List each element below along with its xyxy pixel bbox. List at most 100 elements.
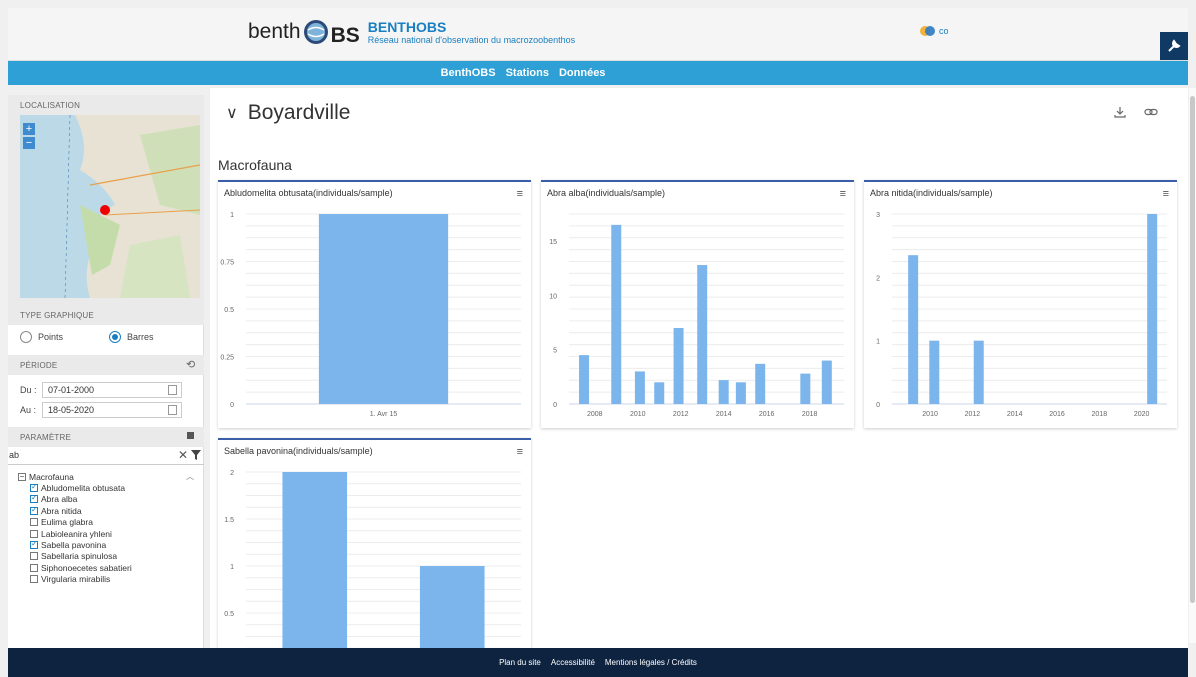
y-tick-label: 0.25: [220, 355, 234, 362]
map-drawing: [20, 115, 200, 298]
species-checkbox[interactable]: [30, 529, 38, 538]
y-tick-label: 0: [553, 402, 557, 409]
bar: [908, 255, 919, 404]
x-tick-label: 2010: [922, 411, 938, 418]
species-checkbox[interactable]: [30, 539, 38, 550]
chevron-down-icon[interactable]: ∨: [226, 103, 238, 123]
species-checkbox[interactable]: [30, 493, 38, 504]
species-item[interactable]: Eulima glabra: [30, 517, 198, 528]
reset-period-icon[interactable]: ⟲: [186, 358, 195, 371]
scrollbar[interactable]: [1189, 88, 1196, 643]
group-title: Macrofauna: [218, 157, 292, 173]
nav-item-benthobs[interactable]: BenthOBS: [441, 67, 496, 79]
top-header: benth BS BENTHOBS Réseau national d'obse…: [8, 8, 1188, 61]
species-list: Abludomelita obtusataAbra albaAbra nitid…: [18, 482, 198, 585]
species-item[interactable]: Labioleanira yhleni: [30, 528, 198, 539]
species-item[interactable]: Sabellaria spinulosa: [30, 551, 198, 562]
species-checkbox[interactable]: [30, 518, 38, 527]
stop-icon[interactable]: [187, 432, 194, 439]
species-label: Labioleanira yhleni: [41, 528, 112, 539]
footer-link-accessibilite[interactable]: Accessibilité: [551, 658, 595, 667]
chart-card-3: Abra nitida(individuals/sample) ≡ 0 1 2 3 20…: [864, 180, 1177, 428]
zoom-out-button[interactable]: −: [23, 137, 35, 149]
chart-card-4: Sabella pavonina(individuals/sample) ≡ 0…: [218, 438, 531, 650]
tree-root-label: Macrofauna: [29, 471, 74, 482]
species-item[interactable]: Siphonoecetes sabatieri: [30, 562, 198, 573]
hamburger-icon[interactable]: ≡: [517, 188, 523, 200]
link-icon[interactable]: [1144, 106, 1158, 118]
clear-filter-icon[interactable]: ✕: [178, 448, 188, 462]
species-item[interactable]: Virgularia mirabilis: [30, 574, 198, 585]
y-tick-label: 1.5: [224, 517, 234, 524]
footer: Plan du site Accessibilité Mentions léga…: [8, 648, 1188, 677]
radio-barres-label: Barres: [127, 332, 154, 342]
x-tick-label: 2012: [673, 411, 689, 418]
site-logo[interactable]: benth BS BENTHOBS Réseau national d'obse…: [248, 16, 575, 48]
x-tick-label: 2018: [802, 411, 818, 418]
parametre-heading: PARAMÈTRE: [20, 433, 71, 442]
species-checkbox[interactable]: [30, 482, 38, 493]
bar: [697, 265, 708, 404]
footer-link-plan[interactable]: Plan du site: [499, 658, 541, 667]
radio-points[interactable]: [20, 331, 32, 343]
tree-root[interactable]: − Macrofauna ︿: [18, 471, 198, 482]
calendar-icon[interactable]: [168, 385, 177, 395]
x-tick-label: 2018: [1092, 411, 1108, 418]
species-item[interactable]: Abludomelita obtusata: [30, 482, 198, 493]
hamburger-icon[interactable]: ≡: [1163, 188, 1169, 200]
y-tick-label: 2: [876, 275, 880, 282]
species-item[interactable]: Sabella pavonina: [30, 539, 198, 550]
nav-item-stations[interactable]: Stations: [506, 67, 549, 79]
y-tick-label: 1: [230, 564, 234, 571]
species-item[interactable]: Abra alba: [30, 493, 198, 505]
bar: [282, 472, 348, 650]
y-tick-label: 5: [553, 348, 557, 355]
x-tick-label: 2016: [759, 411, 775, 418]
y-tick-label: 0.5: [224, 611, 234, 618]
date-to-input[interactable]: 18-05-2020: [42, 402, 182, 418]
partner-logo[interactable]: co: [920, 25, 949, 37]
zoom-in-button[interactable]: +: [23, 123, 35, 135]
parameter-filter-input[interactable]: ab: [9, 450, 19, 460]
species-label: Abra nitida: [41, 505, 82, 516]
nav-item-donnees[interactable]: Données: [559, 67, 605, 79]
funnel-icon[interactable]: [191, 450, 201, 460]
station-header[interactable]: ∨ Boyardville: [226, 101, 350, 125]
species-checkbox[interactable]: [30, 505, 38, 515]
hamburger-icon[interactable]: ≡: [517, 446, 523, 458]
date-from-input[interactable]: 07-01-2000: [42, 382, 182, 398]
globe-icon: [303, 20, 328, 44]
periode-heading: PÉRIODE: [20, 361, 58, 370]
chart-title: Abra nitida(individuals/sample): [870, 188, 993, 198]
y-tick-label: 0.5: [224, 307, 234, 314]
bar: [579, 355, 590, 404]
bar: [611, 224, 622, 404]
download-icon[interactable]: [1114, 106, 1126, 118]
station-map[interactable]: + −: [20, 115, 200, 298]
species-label: Siphonoecetes sabatieri: [41, 562, 132, 573]
scrollbar-thumb[interactable]: [1190, 96, 1195, 603]
radio-barres[interactable]: [109, 331, 122, 343]
chart-card-1: Abludomelita obtusata(individuals/sample…: [218, 180, 531, 428]
bar: [654, 382, 665, 404]
calendar-icon[interactable]: [168, 405, 177, 415]
bar: [1147, 214, 1158, 404]
chart-plot: 0 5 10 15 2008 2010 2012 2014 2016 2018: [549, 213, 844, 418]
species-checkbox[interactable]: [30, 552, 38, 561]
hamburger-icon[interactable]: ≡: [840, 188, 846, 200]
species-item[interactable]: Abra nitida: [30, 505, 198, 516]
footer-link-mentions[interactable]: Mentions légales / Crédits: [605, 658, 697, 667]
x-tick-label: 2014: [1007, 411, 1023, 418]
species-checkbox[interactable]: [30, 575, 38, 584]
chevron-up-icon[interactable]: ︿: [186, 471, 194, 482]
species-label: Abra alba: [41, 494, 78, 505]
bar: [755, 363, 766, 404]
radio-points-label: Points: [38, 332, 64, 342]
x-tick-label: 1. Avr 15: [370, 411, 398, 418]
main-nav: BenthOBS Stations Données: [8, 61, 1188, 85]
site-name: BENTHOBS: [367, 18, 447, 35]
collapse-icon[interactable]: −: [18, 472, 26, 481]
tools-button[interactable]: [1160, 32, 1188, 60]
species-checkbox[interactable]: [30, 563, 38, 572]
species-tree: − Macrofauna ︿ Abludomelita obtusataAbra…: [18, 471, 198, 585]
